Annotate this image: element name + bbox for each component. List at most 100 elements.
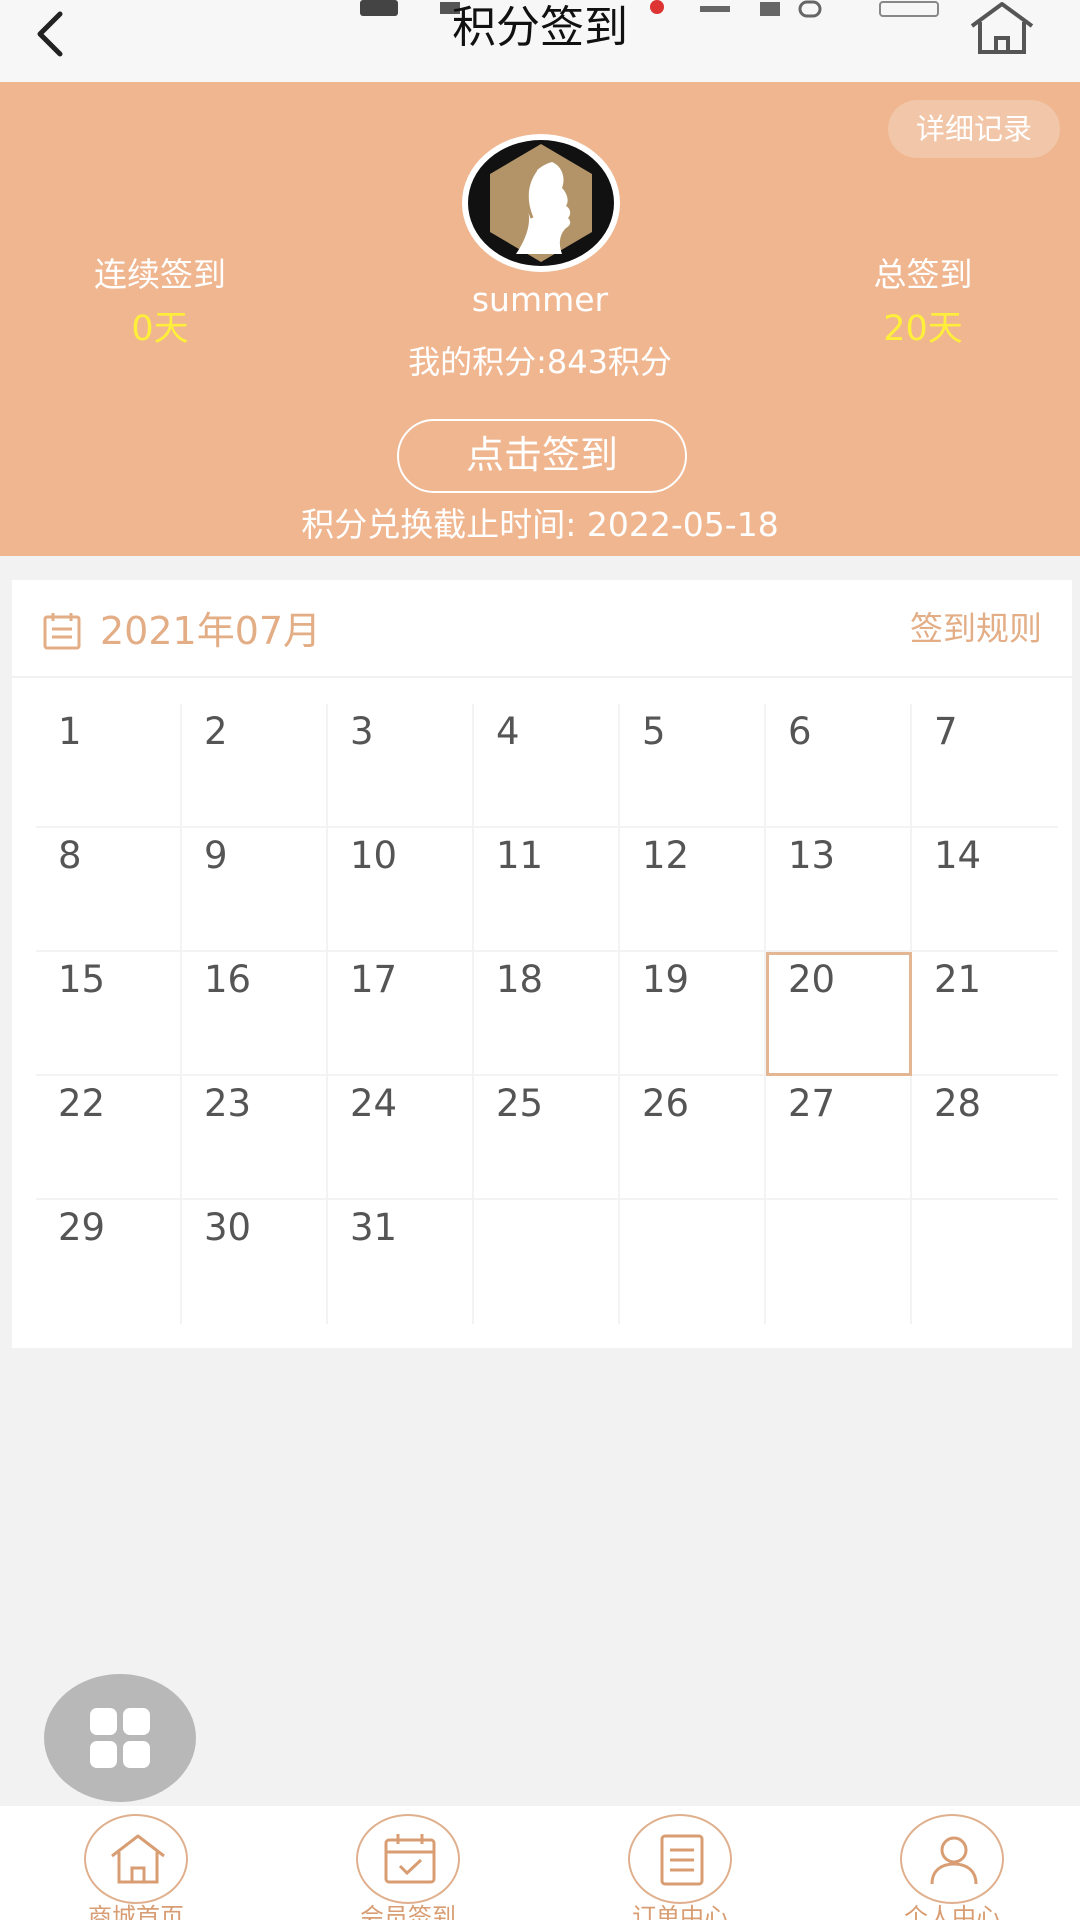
top-navigation-bar: 积分签到 (0, 0, 1080, 82)
day-number: 22 (58, 1082, 106, 1125)
user-icon (900, 1814, 1004, 1904)
calendar-day[interactable]: 6 (766, 704, 912, 828)
calendar-day[interactable]: 28 (912, 1076, 1058, 1200)
signin-calendar: 2021年07月 签到规则 1 2 3 4 5 6 7 8 9 10 11 12… (12, 580, 1072, 1348)
day-number: 19 (642, 958, 690, 1001)
day-number: 9 (204, 834, 228, 877)
calendar-day[interactable]: 10 (328, 828, 474, 952)
calendar-day[interactable]: 27 (766, 1076, 912, 1200)
calendar-day[interactable]: 2 (182, 704, 328, 828)
calendar-week-row: 8 9 10 11 12 13 14 (36, 828, 1058, 952)
calendar-day[interactable]: 9 (182, 828, 328, 952)
day-number: 8 (58, 834, 82, 877)
tab-mall-home[interactable]: 商城首页 (46, 1814, 226, 1920)
avatar (462, 134, 620, 272)
calendar-day[interactable]: 14 (912, 828, 1058, 952)
day-number: 12 (642, 834, 690, 877)
calendar-day[interactable]: 7 (912, 704, 1058, 828)
day-number: 1 (58, 710, 82, 753)
calendar-day-empty (766, 1200, 912, 1324)
detail-records-button[interactable]: 详细记录 (888, 100, 1060, 158)
day-number: 26 (642, 1082, 690, 1125)
day-number: 29 (58, 1206, 106, 1249)
calendar-day[interactable]: 3 (328, 704, 474, 828)
username: summer (471, 280, 609, 319)
tab-order-center[interactable]: 订单中心 (590, 1814, 770, 1920)
day-number: 20 (788, 958, 836, 1001)
calendar-week-row: 1 2 3 4 5 6 7 (36, 704, 1058, 828)
day-number: 17 (350, 958, 398, 1001)
calendar-grid: 1 2 3 4 5 6 7 8 9 10 11 12 13 14 15 16 1… (36, 704, 1058, 1324)
day-number: 13 (788, 834, 836, 877)
signin-rules-link[interactable]: 签到规则 (910, 606, 1042, 652)
day-number: 28 (934, 1082, 982, 1125)
day-number: 25 (496, 1082, 544, 1125)
calendar-day[interactable]: 29 (36, 1200, 182, 1324)
calendar-day[interactable]: 17 (328, 952, 474, 1076)
day-number: 6 (788, 710, 812, 753)
calendar-day[interactable]: 5 (620, 704, 766, 828)
day-number: 21 (934, 958, 982, 1001)
points-deadline: 积分兑换截止时间: 2022-05-18 (301, 505, 779, 544)
day-number: 7 (934, 710, 958, 753)
calendar-day[interactable]: 31 (328, 1200, 474, 1324)
calendar-week-row: 29 30 31 (36, 1200, 1058, 1324)
day-number: 2 (204, 710, 228, 753)
calendar-icon (43, 613, 81, 650)
calendar-day[interactable]: 11 (474, 828, 620, 952)
home-icon (84, 1814, 188, 1904)
calendar-day[interactable]: 18 (474, 952, 620, 1076)
calendar-day-empty (474, 1200, 620, 1324)
calendar-check-icon (356, 1814, 460, 1904)
calendar-day[interactable]: 26 (620, 1076, 766, 1200)
calendar-day[interactable]: 24 (328, 1076, 474, 1200)
tab-label: 商城首页 (88, 1903, 184, 1920)
calendar-day[interactable]: 30 (182, 1200, 328, 1324)
bottom-tab-bar: 商城首页 会员签到 订单中心 个人中心 (0, 1806, 1080, 1920)
calendar-day[interactable]: 21 (912, 952, 1058, 1076)
day-number: 23 (204, 1082, 252, 1125)
calendar-day[interactable]: 16 (182, 952, 328, 1076)
calendar-day[interactable]: 19 (620, 952, 766, 1076)
signin-button[interactable]: 点击签到 (397, 419, 687, 493)
floating-menu-button[interactable] (44, 1674, 196, 1802)
calendar-day-today[interactable]: 20 (766, 952, 912, 1076)
calendar-header: 2021年07月 签到规则 (12, 580, 1072, 678)
day-number: 18 (496, 958, 544, 1001)
points-balance: 我的积分:843积分 (408, 343, 672, 381)
calendar-day[interactable]: 1 (36, 704, 182, 828)
calendar-day[interactable]: 23 (182, 1076, 328, 1200)
calendar-day[interactable]: 4 (474, 704, 620, 828)
points-header-panel: 详细记录 连续签到 0天 总签到 20天 summer 我的积分:843积分 点… (0, 82, 1080, 556)
grid-menu-icon (90, 1708, 150, 1768)
calendar-day[interactable]: 12 (620, 828, 766, 952)
day-number: 10 (350, 834, 398, 877)
home-icon[interactable] (966, 0, 1038, 56)
calendar-day[interactable]: 22 (36, 1076, 182, 1200)
tab-personal-center[interactable]: 个人中心 (862, 1814, 1042, 1920)
tab-label: 订单中心 (632, 1903, 728, 1920)
day-number: 24 (350, 1082, 398, 1125)
calendar-day[interactable]: 15 (36, 952, 182, 1076)
calendar-month: 2021年07月 (100, 609, 322, 653)
calendar-day[interactable]: 25 (474, 1076, 620, 1200)
day-number: 15 (58, 958, 106, 1001)
day-number: 31 (350, 1206, 398, 1249)
tab-label: 个人中心 (904, 1903, 1000, 1920)
page-title: 积分签到 (452, 2, 628, 53)
tab-label: 会员签到 (360, 1903, 456, 1920)
day-number: 16 (204, 958, 252, 1001)
calendar-week-row: 15 16 17 18 19 20 21 (36, 952, 1058, 1076)
calendar-week-row: 22 23 24 25 26 27 28 (36, 1076, 1058, 1200)
day-number: 5 (642, 710, 666, 753)
day-number: 14 (934, 834, 982, 877)
calendar-day-empty (620, 1200, 766, 1324)
day-number: 30 (204, 1206, 252, 1249)
calendar-day-empty (912, 1200, 1058, 1324)
calendar-day[interactable]: 13 (766, 828, 912, 952)
tab-member-signin[interactable]: 会员签到 (318, 1814, 498, 1920)
calendar-day[interactable]: 8 (36, 828, 182, 952)
day-number: 4 (496, 710, 520, 753)
day-number: 3 (350, 710, 374, 753)
document-icon (628, 1814, 732, 1904)
